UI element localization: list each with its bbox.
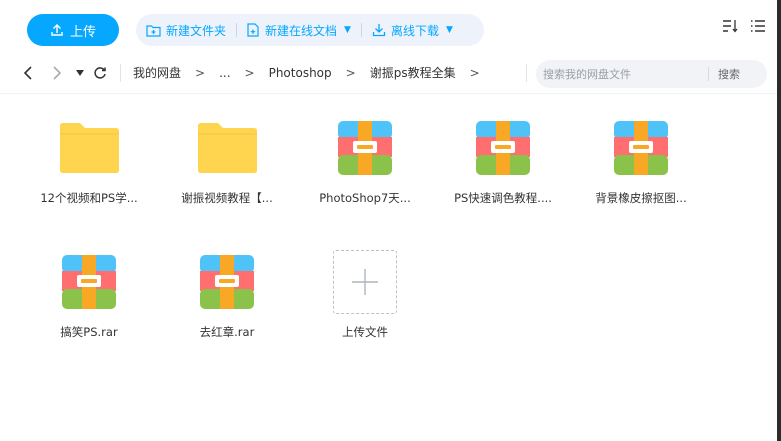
new-doc-icon [247, 23, 259, 37]
search-box: 搜索 [536, 60, 767, 88]
new-folder-label: 新建文件夹 [166, 23, 227, 38]
toolbar: 上传 新建文件夹 新建在线文档 ▼ 离线下载 ▼ [0, 0, 777, 50]
file-name: 上传文件 [342, 325, 388, 339]
file-name: 12个视频和PS学... [40, 191, 138, 205]
archive-item[interactable]: 去红章.rar [167, 250, 287, 340]
archive-item[interactable]: 背景橡皮擦抠图... [581, 116, 701, 206]
upload-tile [333, 250, 397, 314]
archive-item[interactable]: 搞笑PS.rar [29, 250, 149, 340]
folder-item[interactable]: 谢振视频教程【... [167, 116, 287, 206]
download-icon [372, 24, 386, 37]
file-name: PhotoShop7天... [319, 191, 411, 205]
offline-download-button[interactable]: 离线下载 ▼ [362, 14, 463, 46]
plus-icon [333, 250, 397, 314]
breadcrumb-item[interactable]: 谢振ps教程全集 [370, 64, 456, 81]
breadcrumb-separator: > [195, 65, 206, 80]
archive-icon [333, 116, 397, 180]
file-name: PS快速调色教程.... [454, 191, 552, 205]
search-input[interactable] [536, 67, 708, 81]
new-online-doc-button[interactable]: 新建在线文档 ▼ [237, 14, 361, 46]
back-icon[interactable] [18, 63, 38, 83]
chevron-down-icon: ▼ [344, 25, 351, 35]
upload-button-label: 上传 [69, 24, 96, 40]
archive-icon [609, 116, 673, 180]
breadcrumb-item[interactable]: ... [219, 66, 230, 80]
breadcrumb-separator: > [345, 65, 356, 80]
forward-icon[interactable] [47, 63, 67, 83]
archive-icon [471, 116, 535, 180]
window-edge [777, 0, 781, 441]
offline-download-label: 离线下载 [390, 23, 439, 38]
archive-item[interactable]: PS快速调色教程.... [443, 116, 563, 206]
history-dropdown-icon[interactable] [70, 63, 90, 83]
breadcrumb: 我的网盘 > ... > Photoshop > 谢振ps教程全集 > [133, 64, 494, 81]
netdisk-window: 上传 新建文件夹 新建在线文档 ▼ 离线下载 ▼ 我的网盘 > ... > Ph… [0, 0, 781, 441]
sort-icon[interactable] [722, 18, 738, 37]
new-folder-icon [146, 24, 161, 37]
new-online-doc-label: 新建在线文档 [265, 23, 338, 38]
divider [120, 64, 121, 82]
refresh-icon[interactable] [90, 63, 110, 83]
archive-item[interactable]: PhotoShop7天... [305, 116, 425, 206]
archive-icon [195, 250, 259, 314]
file-name: 搞笑PS.rar [60, 325, 118, 339]
folder-icon [195, 116, 259, 180]
file-name: 谢振视频教程【... [181, 191, 273, 205]
navigation-bar: 我的网盘 > ... > Photoshop > 谢振ps教程全集 > 搜索 [0, 54, 777, 94]
chevron-down-icon: ▼ [445, 25, 453, 35]
archive-icon [57, 250, 121, 314]
breadcrumb-item[interactable]: 我的网盘 [133, 64, 181, 81]
divider [526, 64, 527, 82]
file-name: 去红章.rar [199, 325, 255, 339]
action-bar: 新建文件夹 新建在线文档 ▼ 离线下载 ▼ [136, 14, 484, 46]
breadcrumb-separator: > [244, 65, 255, 80]
upload-icon [51, 24, 63, 36]
folder-item[interactable]: 12个视频和PS学... [29, 116, 149, 206]
breadcrumb-item[interactable]: Photoshop [269, 66, 332, 80]
breadcrumb-separator: > [469, 65, 480, 80]
search-button[interactable]: 搜索 [709, 66, 740, 82]
new-folder-button[interactable]: 新建文件夹 [136, 14, 236, 46]
upload-button[interactable]: 上传 [27, 14, 119, 46]
upload-file-tile[interactable]: 上传文件 [305, 250, 425, 340]
list-view-icon[interactable] [750, 18, 766, 37]
folder-icon [57, 116, 121, 180]
view-controls [722, 18, 766, 37]
file-name: 背景橡皮擦抠图... [595, 191, 687, 205]
